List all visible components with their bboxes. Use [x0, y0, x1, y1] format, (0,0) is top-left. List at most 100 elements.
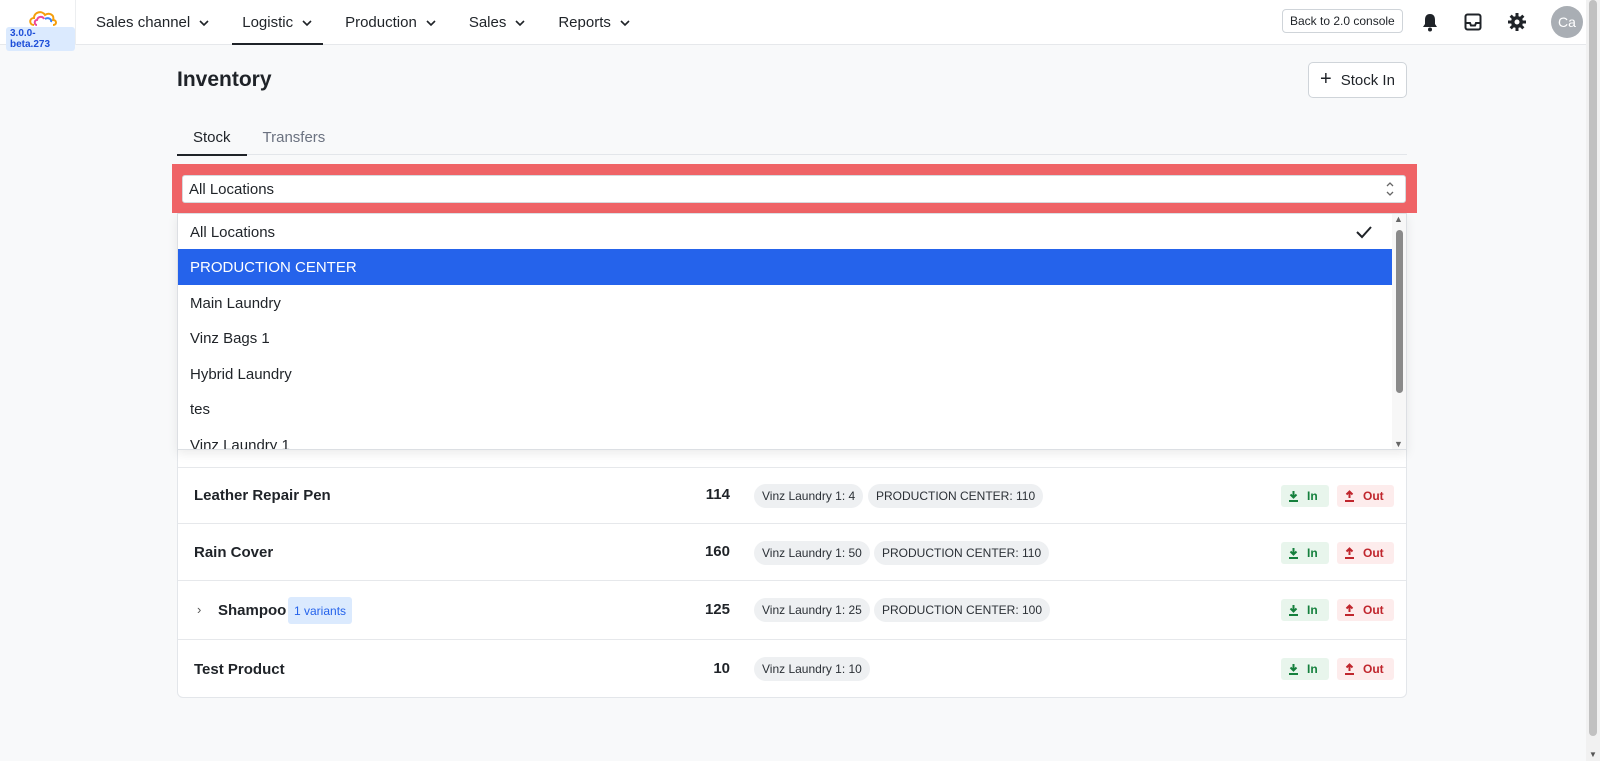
page-scrollbar[interactable]: ▼	[1586, 0, 1600, 761]
chevron-up-down-icon	[1386, 182, 1394, 196]
scroll-down-arrow-icon[interactable]: ▼	[1589, 750, 1597, 759]
location-chip: PRODUCTION CENTER: 110	[868, 484, 1044, 508]
location-option[interactable]: Vinz Bags 1	[178, 320, 1393, 356]
option-label: Vinz Bags 1	[190, 329, 270, 347]
stock-in-row-button[interactable]: In	[1281, 658, 1329, 680]
bell-icon[interactable]	[1419, 11, 1441, 33]
nav-label: Production	[345, 14, 417, 31]
location-option[interactable]: PRODUCTION CENTER	[178, 249, 1393, 285]
location-chip: Vinz Laundry 1: 10	[754, 657, 870, 681]
nav-label: Sales	[468, 14, 507, 31]
location-select-value: All Locations	[189, 180, 275, 198]
location-select[interactable]: All Locations	[182, 175, 1406, 203]
nav-sales[interactable]: Sales	[459, 0, 537, 45]
scrollbar-thumb[interactable]	[1589, 0, 1597, 736]
in-label: In	[1307, 489, 1318, 503]
table-row[interactable]: Rain Cover 160 Vinz Laundry 1: 50 PRODUC…	[178, 523, 1406, 580]
expand-chevron-icon[interactable]: ›	[197, 602, 201, 617]
app-logo[interactable]: 3.0.0-beta.273	[0, 0, 76, 51]
nav-production[interactable]: Production	[335, 0, 447, 45]
nav-sales-channel[interactable]: Sales channel	[86, 0, 220, 45]
out-label: Out	[1363, 546, 1384, 560]
plus-icon: +	[1320, 68, 1332, 90]
chevron-down-icon	[426, 19, 436, 26]
scroll-up-arrow-icon[interactable]: ▲	[1394, 214, 1403, 224]
nav-label: Reports	[558, 14, 611, 31]
location-dropdown-list: All Locations PRODUCTION CENTER Main Lau…	[177, 213, 1407, 450]
nav-logistic[interactable]: Logistic	[232, 0, 323, 45]
upload-icon	[1345, 490, 1354, 502]
in-label: In	[1307, 603, 1318, 617]
location-option[interactable]: tes	[178, 391, 1393, 427]
chevron-down-icon	[515, 19, 525, 26]
option-label: tes	[190, 400, 211, 418]
location-chip: PRODUCTION CENTER: 110	[874, 541, 1050, 565]
back-to-console-button[interactable]: Back to 2.0 console	[1282, 9, 1403, 33]
location-chip: Vinz Laundry 1: 25	[754, 598, 870, 622]
gear-icon[interactable]	[1506, 11, 1528, 33]
download-icon	[1289, 664, 1298, 675]
out-label: Out	[1363, 603, 1384, 617]
location-chip: Vinz Laundry 1: 4	[754, 484, 864, 508]
chevron-down-icon	[302, 19, 312, 26]
stock-out-row-button[interactable]: Out	[1337, 485, 1394, 507]
table-row[interactable]: Leather Repair Pen 114 Vinz Laundry 1: 4…	[178, 467, 1406, 523]
download-icon	[1289, 548, 1298, 559]
location-chip: PRODUCTION CENTER: 100	[874, 598, 1051, 622]
option-label: Hybrid Laundry	[190, 365, 292, 383]
in-label: In	[1307, 546, 1318, 560]
product-qty: 10	[713, 660, 730, 677]
stock-in-row-button[interactable]: In	[1281, 485, 1329, 507]
checkmark-icon	[1356, 226, 1372, 239]
chevron-down-icon	[620, 19, 630, 26]
version-badge: 3.0.0-beta.273	[6, 27, 75, 51]
cloud-logo-icon	[29, 11, 57, 26]
product-qty: 160	[704, 543, 730, 560]
product-name: Test Product	[194, 661, 285, 678]
variants-badge[interactable]: 1 variants	[288, 597, 353, 624]
dropdown-scrollbar-thumb[interactable]	[1396, 230, 1403, 393]
stock-in-label: Stock In	[1340, 71, 1395, 89]
option-label: PRODUCTION CENTER	[190, 258, 357, 276]
tab-stock[interactable]: Stock	[177, 119, 247, 156]
scroll-down-arrow-icon[interactable]: ▼	[1394, 439, 1403, 449]
download-icon	[1289, 605, 1298, 616]
top-navigation-bar: 3.0.0-beta.273 Sales channel Logistic Pr…	[0, 0, 1586, 51]
table-row[interactable]: › Shampoo 1 variants 125 Vinz Laundry 1:…	[178, 580, 1406, 639]
stock-out-row-button[interactable]: Out	[1337, 542, 1394, 564]
table-row[interactable]: Test Product 10 Vinz Laundry 1: 10 In Ou…	[178, 639, 1406, 697]
upload-icon	[1345, 663, 1354, 675]
in-label: In	[1307, 662, 1318, 676]
user-avatar[interactable]: Ca	[1551, 6, 1583, 38]
tab-transfers[interactable]: Transfers	[247, 119, 342, 155]
stock-in-button[interactable]: + Stock In	[1308, 62, 1407, 98]
nav-label: Sales channel	[96, 14, 191, 31]
location-option[interactable]: Hybrid Laundry	[178, 356, 1393, 392]
option-label: Vinz Laundry 1	[190, 436, 290, 450]
stock-in-row-button[interactable]: In	[1281, 542, 1329, 564]
location-option[interactable]: Vinz Laundry 1	[178, 427, 1393, 450]
stock-out-row-button[interactable]: Out	[1337, 599, 1394, 621]
page-title: Inventory	[177, 68, 272, 91]
stock-in-row-button[interactable]: In	[1281, 599, 1329, 621]
chevron-down-icon	[199, 19, 209, 26]
upload-icon	[1345, 604, 1354, 616]
option-label: All Locations	[190, 223, 276, 241]
dropdown-scrollbar[interactable]: ▲ ▼	[1392, 214, 1406, 449]
nav-reports[interactable]: Reports	[548, 0, 641, 45]
product-name: Rain Cover	[194, 544, 274, 561]
location-option[interactable]: All Locations	[178, 214, 1393, 250]
inventory-tabs: Stock Transfers	[177, 119, 1407, 156]
out-label: Out	[1363, 489, 1384, 503]
product-name: Leather Repair Pen	[194, 487, 331, 504]
product-name: Shampoo	[218, 602, 287, 619]
option-label: Main Laundry	[190, 294, 281, 312]
location-option[interactable]: Main Laundry	[178, 285, 1393, 321]
product-qty: 125	[704, 601, 730, 618]
inventory-table: Leather Repair Pen 114 Vinz Laundry 1: 4…	[177, 440, 1407, 698]
inbox-icon[interactable]	[1462, 11, 1484, 33]
download-icon	[1289, 491, 1298, 502]
main-nav: Sales channel Logistic Production Sales …	[86, 0, 653, 45]
stock-out-row-button[interactable]: Out	[1337, 658, 1394, 680]
out-label: Out	[1363, 662, 1384, 676]
